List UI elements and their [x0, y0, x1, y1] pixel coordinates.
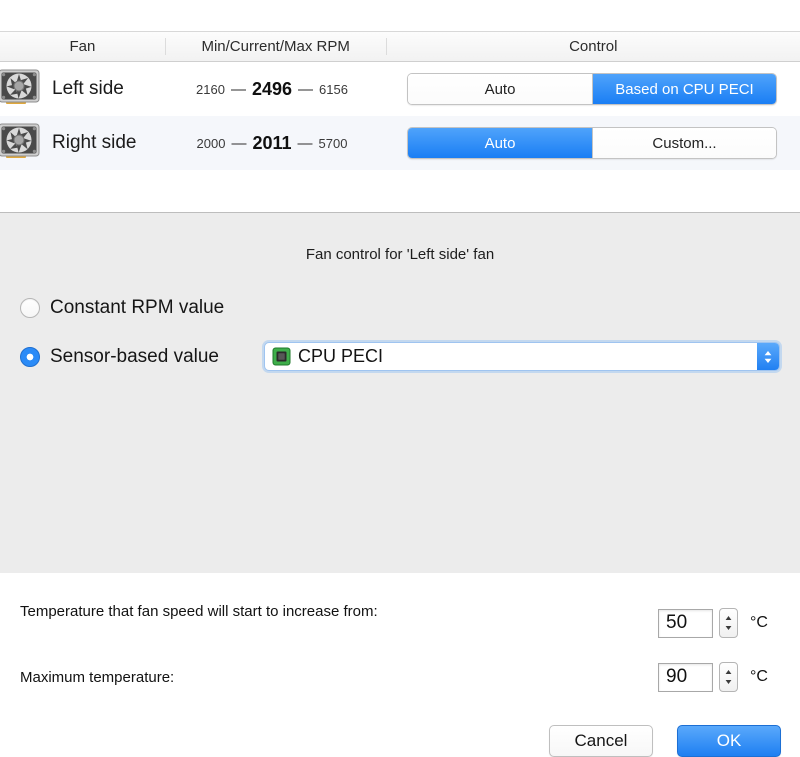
column-header-fan[interactable]: Fan	[0, 38, 165, 55]
radio-button-checked-icon[interactable]	[20, 347, 40, 367]
fan-control-cell: Auto Based on CPU PECI	[385, 73, 799, 105]
table-row[interactable]: Left side 2160 — 2496 — 6156 Auto Based …	[0, 62, 800, 116]
rpm-max-value: 6156	[319, 82, 348, 97]
control-segmented-left-fan[interactable]: Auto Based on CPU PECI	[407, 73, 777, 105]
panel-title: Fan control for 'Left side' fan	[0, 246, 800, 263]
ok-button[interactable]: OK	[677, 725, 781, 757]
sensor-select[interactable]: CPU PECI	[264, 342, 780, 371]
max-temp-label: Maximum temperature:	[20, 668, 450, 688]
fan-control-panel: Fan control for 'Left side' fan Constant…	[0, 212, 800, 573]
rpm-dash: —	[231, 136, 246, 151]
sensor-select-value: CPU PECI	[298, 346, 757, 367]
rpm-min-value: 2160	[196, 82, 225, 97]
temp-start-stepper-group: 50 °C	[658, 608, 768, 638]
fan-name-cell: Left side	[0, 69, 165, 109]
temp-start-label: Temperature that fan speed will start to…	[20, 602, 450, 622]
rpm-max-value: 5700	[319, 136, 348, 151]
rpm-dash: —	[298, 82, 313, 97]
rpm-dash: —	[298, 136, 313, 151]
fan-name-label: Right side	[52, 132, 137, 154]
table-header: Fan Min/Current/Max RPM Control	[0, 31, 800, 62]
cpu-chip-icon	[272, 347, 291, 366]
radio-option-sensor-based[interactable]: Sensor-based value	[20, 346, 219, 368]
fan-name-cell: Right side	[0, 123, 165, 163]
control-segmented-right-fan[interactable]: Auto Custom...	[407, 127, 777, 159]
segment-auto[interactable]: Auto	[408, 74, 592, 104]
fan-name-label: Left side	[52, 78, 124, 100]
temp-start-stepper[interactable]	[719, 608, 738, 638]
segment-based-on-cpu-peci[interactable]: Based on CPU PECI	[592, 74, 776, 104]
fan-control-cell: Auto Custom...	[385, 127, 799, 159]
radio-label-constant-rpm: Constant RPM value	[50, 297, 224, 319]
rpm-min-value: 2000	[197, 136, 226, 151]
max-temp-unit: °C	[750, 668, 768, 686]
rpm-current-value: 2496	[252, 79, 292, 100]
rpm-current-value: 2011	[252, 133, 291, 154]
radio-button-unchecked-icon[interactable]	[20, 298, 40, 318]
chevron-up-down-icon[interactable]	[757, 343, 779, 370]
max-temp-input[interactable]: 90	[658, 663, 713, 692]
segment-auto[interactable]: Auto	[408, 128, 592, 158]
max-temp-stepper[interactable]	[719, 662, 738, 692]
fan-table: Fan Min/Current/Max RPM Control	[0, 31, 800, 170]
fan-icon	[0, 69, 42, 109]
table-row[interactable]: Right side 2000 — 2011 — 5700 Auto Custo…	[0, 116, 800, 170]
fan-rpm-cell: 2000 — 2011 — 5700	[165, 133, 385, 154]
radio-label-sensor-based: Sensor-based value	[50, 346, 219, 368]
temp-start-input[interactable]: 50	[658, 609, 713, 638]
fan-rpm-cell: 2160 — 2496 — 6156	[165, 79, 385, 100]
segment-custom[interactable]: Custom...	[592, 128, 776, 158]
column-header-rpm[interactable]: Min/Current/Max RPM	[165, 38, 386, 55]
radio-option-constant-rpm[interactable]: Constant RPM value	[20, 297, 224, 319]
rpm-dash: —	[231, 82, 246, 97]
max-temp-stepper-group: 90 °C	[658, 662, 768, 692]
temp-start-unit: °C	[750, 614, 768, 632]
cancel-button[interactable]: Cancel	[549, 725, 653, 757]
column-header-control[interactable]: Control	[386, 38, 800, 55]
fan-icon	[0, 123, 42, 163]
